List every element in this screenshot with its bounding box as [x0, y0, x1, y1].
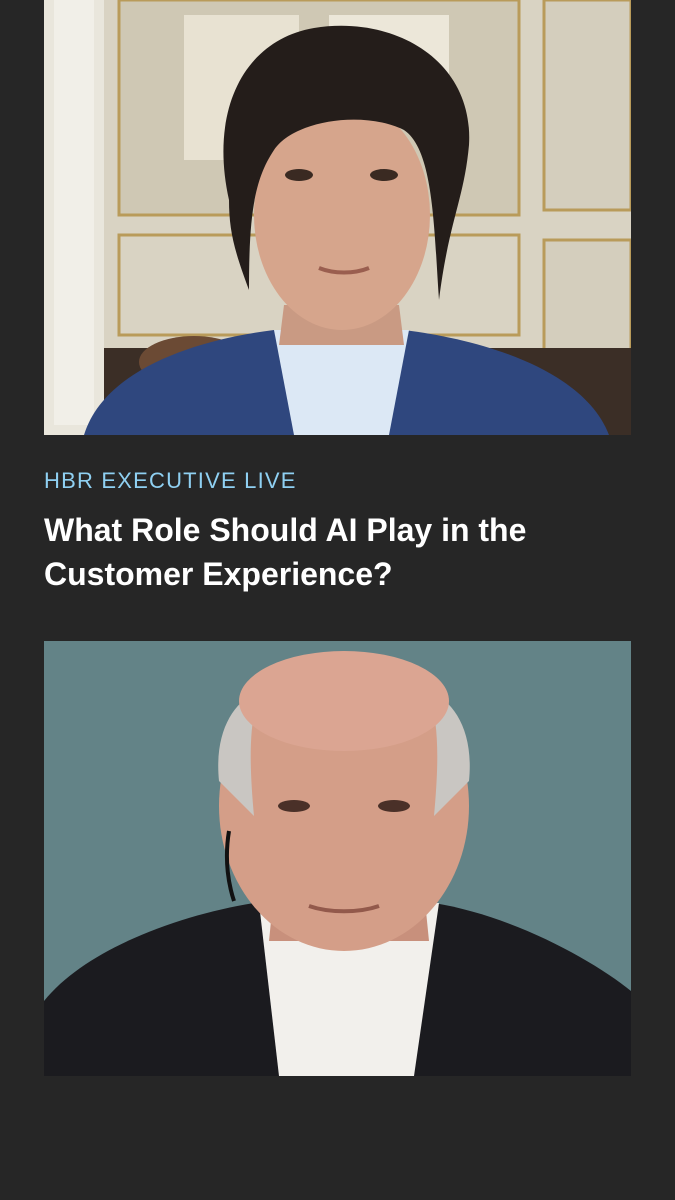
speaker-photo-top — [44, 0, 631, 435]
speaker-photo-bottom — [44, 641, 631, 1076]
episode-title: What Role Should AI Play in the Customer… — [44, 512, 527, 592]
video-tile-top — [44, 0, 631, 435]
show-kicker: HBR EXECUTIVE LIVE — [44, 468, 297, 493]
video-tile-bottom — [44, 641, 631, 1076]
